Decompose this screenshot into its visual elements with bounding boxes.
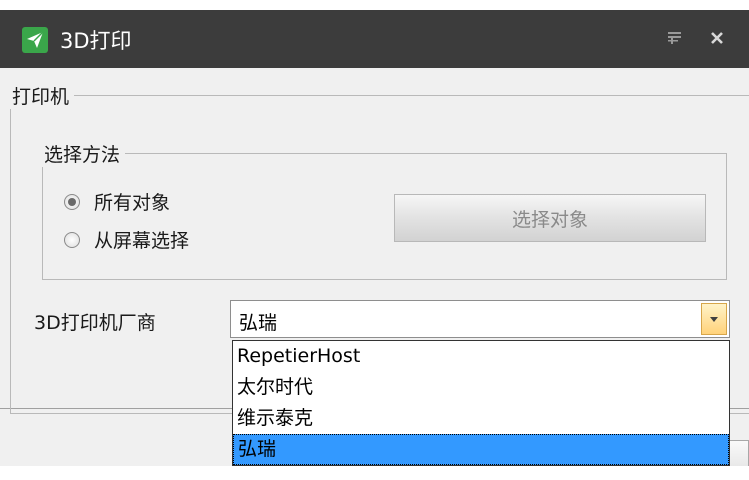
printer-group-legend: 打印机	[12, 86, 70, 108]
window-title: 3D打印	[60, 29, 132, 53]
dropdown-option[interactable]: RepetierHost	[233, 341, 729, 372]
dropdown-option[interactable]: 太尔时代	[233, 372, 729, 403]
selection-method-legend: 选择方法	[44, 144, 121, 166]
radio-checked-icon	[64, 193, 80, 210]
title-bar[interactable]: 3D打印	[0, 10, 749, 68]
dialog-window: 3D打印 打印机 选择方法 所有对象 从屏幕选择 选择对象 3D打印机厂商 弘瑞	[0, 10, 749, 476]
dropdown-option-selected[interactable]: 弘瑞	[233, 434, 729, 465]
top-strip	[0, 0, 749, 10]
vendor-combobox[interactable]: 弘瑞	[230, 300, 730, 338]
dropdown-option[interactable]: 维示泰克	[233, 403, 729, 434]
radio-select-from-screen[interactable]: 从屏幕选择	[64, 226, 189, 253]
paper-plane-icon	[22, 27, 48, 53]
vendor-label: 3D打印机厂商	[34, 312, 156, 334]
close-icon[interactable]	[704, 25, 730, 51]
pin-icon[interactable]	[662, 25, 688, 51]
bottom-strip	[0, 466, 749, 480]
chevron-down-icon[interactable]	[701, 303, 727, 335]
select-objects-button[interactable]: 选择对象	[394, 194, 706, 242]
radio-select-from-screen-label: 从屏幕选择	[94, 230, 190, 252]
vendor-dropdown-list: RepetierHost 太尔时代 维示泰克 弘瑞	[232, 340, 730, 466]
radio-all-objects-label: 所有对象	[94, 192, 171, 214]
radio-all-objects[interactable]: 所有对象	[64, 188, 170, 215]
vendor-combobox-value: 弘瑞	[239, 312, 278, 334]
radio-unchecked-icon	[64, 231, 80, 248]
